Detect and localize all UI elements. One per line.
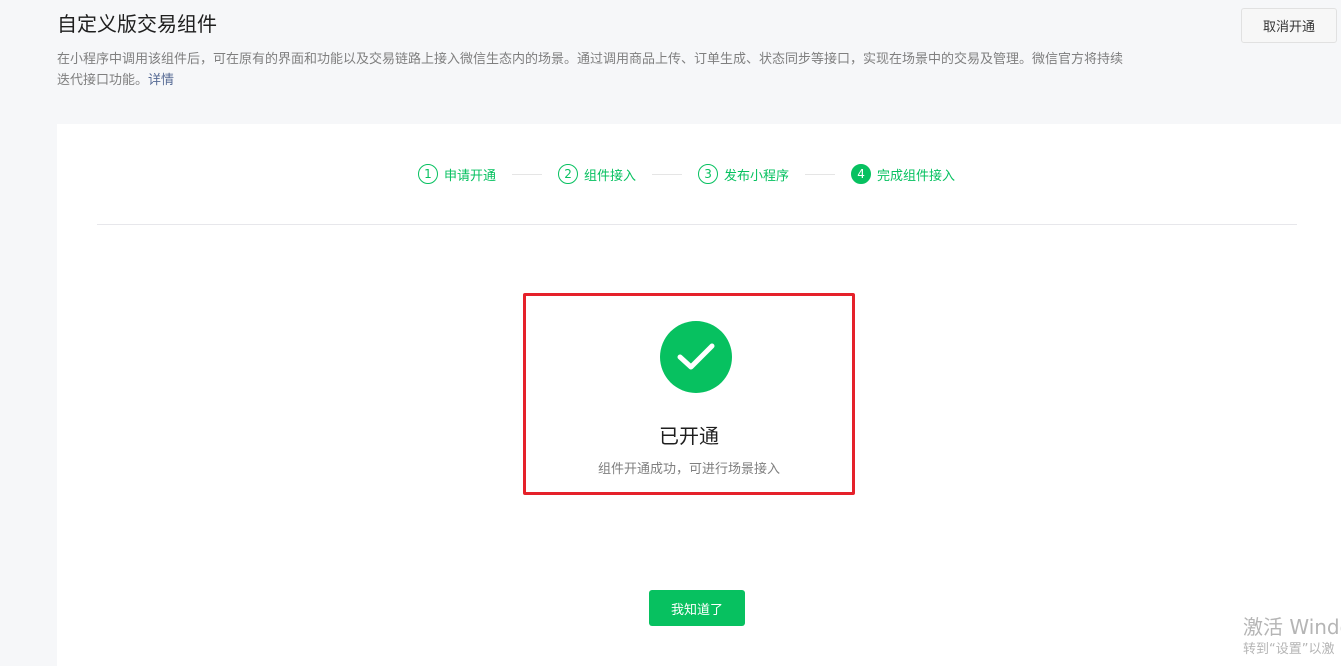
acknowledge-button[interactable]: 我知道了 [649, 590, 745, 626]
step-publish: 3 发布小程序 [698, 164, 789, 184]
windows-activation-watermark: 激活 Windo 转到“设置”以激 [1243, 614, 1341, 660]
cancel-activation-button[interactable]: 取消开通 [1241, 8, 1337, 43]
step-label: 完成组件接入 [877, 168, 956, 184]
step-label: 发布小程序 [724, 168, 790, 184]
step-number: 4 [851, 164, 872, 184]
step-number: 2 [558, 164, 579, 184]
checkmark-icon [677, 343, 715, 370]
step-complete: 4 完成组件接入 [851, 164, 955, 184]
step-apply: 1 申请开通 [418, 164, 496, 184]
watermark-subtitle: 转到“设置”以激 [1243, 642, 1335, 657]
step-number: 3 [698, 164, 719, 184]
step-number: 1 [418, 164, 438, 184]
success-title: 已开通 [659, 424, 719, 448]
component-description: 在小程序中调用该组件后，可在原有的界面和功能以及交易链路上接入微信生态内的场景。… [57, 49, 1132, 91]
page-title: 自定义版交易组件 [57, 12, 217, 36]
steps-divider [97, 224, 1297, 225]
step-connector [652, 173, 683, 175]
progress-steps: 1 申请开通 2 组件接入 3 发布小程序 4 完成组件接入 [418, 162, 955, 186]
watermark-title: 激活 Windo [1243, 615, 1341, 639]
step-label: 申请开通 [444, 168, 497, 184]
description-text: 在小程序中调用该组件后，可在原有的界面和功能以及交易链路上接入微信生态内的场景。… [57, 52, 1124, 88]
details-link[interactable]: 详情 [148, 73, 174, 88]
step-connector [805, 173, 836, 175]
main-card: 1 申请开通 2 组件接入 3 发布小程序 4 完成组件接入 已开通 组件开通成… [57, 124, 1341, 666]
step-label: 组件接入 [584, 168, 637, 184]
success-checkmark-icon [660, 321, 732, 393]
step-connector [512, 173, 543, 175]
success-description: 组件开通成功，可进行场景接入 [597, 462, 780, 477]
step-integrate: 2 组件接入 [558, 164, 636, 184]
